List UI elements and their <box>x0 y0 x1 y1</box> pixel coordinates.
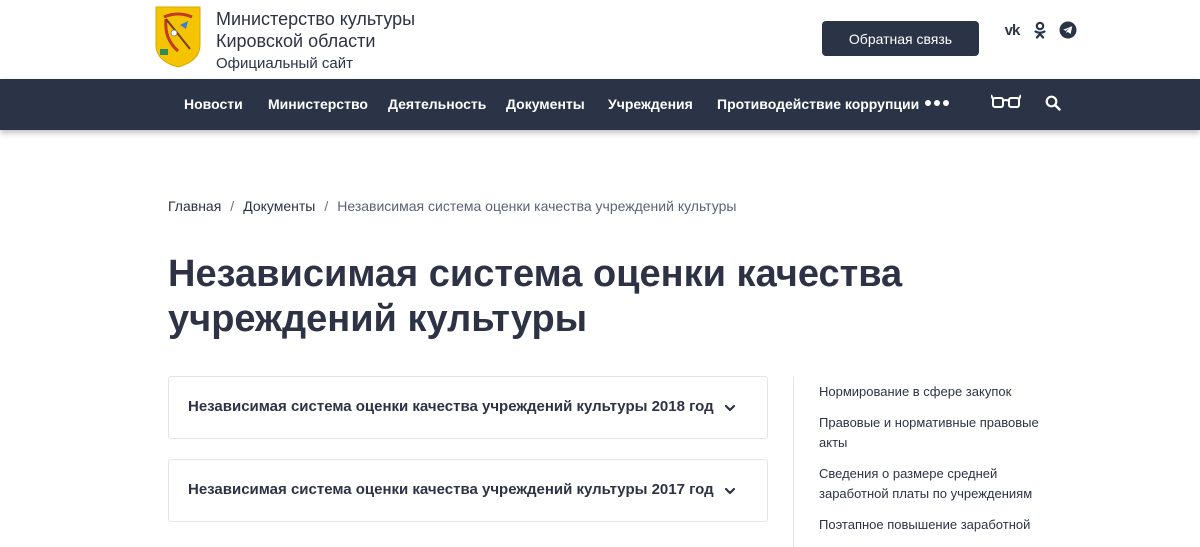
site-title-line2: Кировской области <box>216 31 376 51</box>
glasses-icon[interactable] <box>991 94 1021 110</box>
breadcrumb: Главная / Документы / Независимая система оц… <box>168 198 736 214</box>
top-header: Министерство культуры Кировской области … <box>0 0 1200 79</box>
coat-of-arms-logo[interactable] <box>154 5 202 69</box>
breadcrumb-separator: / <box>324 198 329 214</box>
accordion-title: Независимая система оценки качества учре… <box>188 481 714 498</box>
sidebar-link-salary-info[interactable]: Сведения о размере средней заработной пл… <box>819 464 1059 504</box>
telegram-icon[interactable] <box>1058 20 1078 40</box>
sidebar-link-text: заработной платы по учреждениям <box>819 486 1033 501</box>
nav-item-institutions[interactable]: Учреждения <box>608 79 693 130</box>
nav-item-documents[interactable]: Документы <box>506 79 585 130</box>
sidebar-link-salary-increase[interactable]: Поэтапное повышение заработной <box>819 515 1059 535</box>
search-icon[interactable] <box>1045 95 1061 111</box>
accordion-title: Независимая система оценки качества учре… <box>188 398 714 415</box>
sidebar-link-text: Сведения о размере средней <box>819 466 998 481</box>
page-title: Независимая система оценки качества учре… <box>168 252 928 342</box>
more-icon[interactable] <box>925 100 949 106</box>
sidebar-link-text: Правовые и нормативные правовые <box>819 415 1039 430</box>
site-title[interactable]: Министерство культуры Кировской области … <box>216 8 415 74</box>
sidebar-link-procurement[interactable]: Нормирование в сфере закупок <box>819 382 1059 402</box>
accordion-2017[interactable]: Независимая система оценки качества учре… <box>168 459 768 522</box>
site-title-line1: Министерство культуры <box>216 9 416 29</box>
sidebar-link-legal-acts[interactable]: Правовые и нормативные правовые акты <box>819 413 1059 453</box>
breadcrumb-current: Независимая система оценки качества учре… <box>337 198 737 214</box>
sidebar-link-text: акты <box>819 435 848 450</box>
nav-item-activity[interactable]: Деятельность <box>388 79 486 130</box>
site-subtitle: Официальный сайт <box>216 55 353 72</box>
nav-item-ministry[interactable]: Министерство <box>268 79 368 130</box>
breadcrumb-home[interactable]: Главная <box>168 198 221 214</box>
breadcrumb-documents[interactable]: Документы <box>243 198 315 214</box>
feedback-button[interactable]: Обратная связь <box>822 21 979 56</box>
odnoklassniki-icon[interactable] <box>1030 20 1050 40</box>
social-links: vk <box>1002 20 1078 40</box>
sidebar-link-text: Нормирование в сфере закупок <box>819 384 1012 399</box>
nav-item-anticorruption[interactable]: Противодействие коррупции <box>717 79 919 130</box>
sidebar-divider <box>793 377 794 547</box>
page-title-line2: учреждений культуры <box>168 298 588 340</box>
chevron-down-icon <box>724 404 736 412</box>
breadcrumb-separator: / <box>230 198 235 214</box>
page-title-line1: Независимая система оценки качества <box>168 253 903 295</box>
nav-item-news[interactable]: Новости <box>184 79 243 130</box>
accordion-2018[interactable]: Независимая система оценки качества учре… <box>168 376 768 439</box>
sidebar-link-text: Поэтапное повышение заработной <box>819 517 1031 532</box>
chevron-down-icon <box>724 487 736 495</box>
vk-icon[interactable]: vk <box>1002 20 1022 40</box>
